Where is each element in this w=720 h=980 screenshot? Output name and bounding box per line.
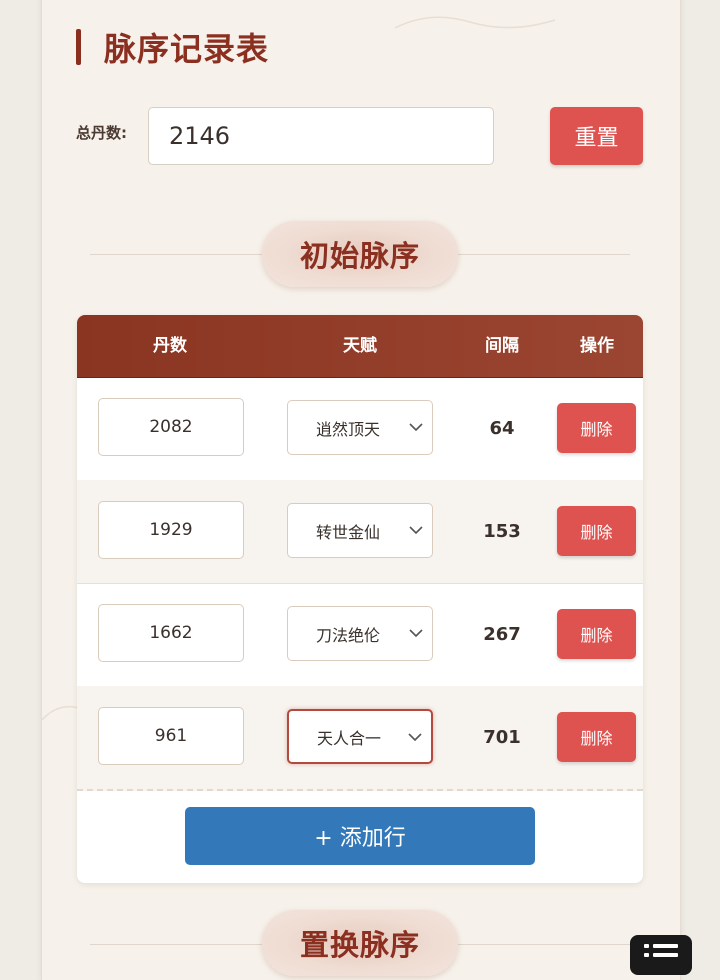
- talent-select-value: 天人合一: [317, 728, 382, 748]
- section-title-replace: 置换脉序: [262, 910, 458, 976]
- gap-value: 64: [489, 418, 515, 439]
- chevron-down-icon: [409, 423, 423, 432]
- chevron-down-icon: [409, 526, 423, 535]
- talent-select[interactable]: 刀法绝伦: [287, 606, 433, 661]
- title-accent-bar: [76, 29, 81, 65]
- talent-select[interactable]: 逍然顶天: [287, 400, 433, 455]
- table-header: 丹数 天赋 间隔 操作: [77, 315, 643, 378]
- delete-button[interactable]: 删除: [557, 712, 636, 762]
- gap-value: 267: [483, 624, 521, 645]
- reset-button[interactable]: 重置: [550, 107, 643, 165]
- talent-select[interactable]: 天人合一: [287, 709, 433, 764]
- total-dan-label: 总丹数:: [76, 124, 127, 142]
- column-header-gap: 间隔: [485, 336, 519, 356]
- table-row: 天人合一 701 删除: [77, 686, 643, 791]
- talent-select-value: 逍然顶天: [316, 419, 381, 439]
- gap-value: 153: [483, 521, 521, 542]
- delete-button[interactable]: 删除: [557, 506, 636, 556]
- delete-button[interactable]: 删除: [557, 403, 636, 453]
- table-row: 刀法绝伦 267 删除: [77, 583, 643, 687]
- column-header-dan: 丹数: [153, 336, 187, 356]
- floating-menu-button[interactable]: [630, 935, 692, 975]
- column-header-action: 操作: [580, 336, 614, 356]
- chevron-down-icon: [409, 629, 423, 638]
- page-title: 脉序记录表: [104, 30, 270, 68]
- column-header-talent: 天赋: [343, 336, 377, 356]
- list-icon: [644, 944, 678, 957]
- talent-select-value: 刀法绝伦: [316, 625, 381, 645]
- gap-value: 701: [483, 727, 521, 748]
- talent-select[interactable]: 转世金仙: [287, 503, 433, 558]
- section-title-initial: 初始脉序: [262, 221, 458, 287]
- dan-input[interactable]: [98, 707, 244, 765]
- dan-input[interactable]: [98, 604, 244, 662]
- talent-select-value: 转世金仙: [316, 522, 381, 542]
- total-dan-input[interactable]: [148, 107, 494, 165]
- dan-input[interactable]: [98, 398, 244, 456]
- chevron-down-icon: [408, 733, 422, 742]
- add-row-button[interactable]: + 添加行: [185, 807, 535, 865]
- pulse-table: 丹数 天赋 间隔 操作 逍然顶天 64 删除 转世金仙 153 删除 刀法绝伦 …: [77, 315, 643, 883]
- table-row: 转世金仙 153 删除: [77, 480, 643, 584]
- dan-input[interactable]: [98, 501, 244, 559]
- delete-button[interactable]: 删除: [557, 609, 636, 659]
- table-row: 逍然顶天 64 删除: [77, 377, 643, 481]
